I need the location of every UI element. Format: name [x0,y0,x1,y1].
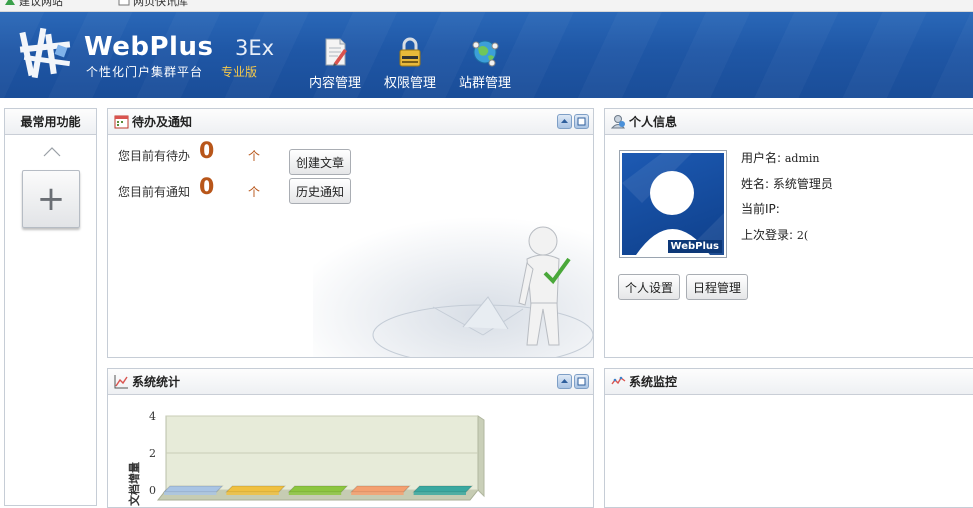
chart-bar-front [413,492,466,495]
field-label: 上次登录: [741,228,794,242]
maximize-button[interactable] [574,374,589,389]
chart-bar [349,485,411,493]
chart-bar [412,485,474,493]
field-label: 用户名: [741,151,782,165]
todo-row-notifications: 您目前有通知 0 个 [118,175,260,200]
favorites-panel-title: 最常用功能 [20,115,81,129]
todo-row-label: 您目前有待办 [118,149,191,163]
globe-network-icon [472,40,499,67]
profile-panel-header: 个人信息 [605,109,973,135]
field-value: 2( [796,229,809,242]
schedule-management-button[interactable]: 日程管理 [686,274,748,300]
document-increment-chart: 0 2 4 文档增量 [128,410,485,506]
todo-panel: 待办及通知 您目前有待办 0 个 创建文章 您目前有通知 0 个 历史通知 [107,108,594,358]
history-notifications-button[interactable]: 历史通知 [289,178,351,204]
brand-version: 3Ex [235,36,275,60]
nav-permission-management[interactable]: 权限管理 [380,36,440,91]
favorites-panel-header: 最常用功能 [5,109,96,135]
field-label: 当前IP: [741,202,780,216]
maximize-icon [577,377,586,386]
thinking-figure-illustration [313,217,593,357]
padlock-icon [399,37,421,67]
plus-icon: + [36,179,66,219]
nav-content-management[interactable]: 内容管理 [305,36,365,91]
document-pen-icon [325,38,347,66]
web-slice-icon [118,0,130,6]
favorites-item-label: 建议网站 [19,0,63,8]
todo-panel-window-controls [557,114,589,129]
collapse-button[interactable] [557,374,572,389]
create-article-button[interactable]: 创建文章 [289,149,351,175]
chart-bar [287,485,349,493]
collapse-icon [561,119,568,123]
collapse-button[interactable] [557,114,572,129]
todo-row-label: 您目前有通知 [118,185,191,199]
activity-monitor-icon [611,376,626,385]
chevron-up-icon[interactable] [42,146,62,158]
app-header: WebPlus 3Ex 个性化门户集群平台 专业版 内容管理 权限管理 站群管理 [0,12,973,98]
favorites-item-label: 网页快讯库 [133,0,188,8]
notification-count[interactable]: 0 [199,175,214,200]
calendar-icon [114,115,129,129]
todo-row-pending: 您目前有待办 0 个 [118,139,260,164]
todo-panel-header: 待办及通知 [108,109,593,135]
chart-side-wall [477,415,485,498]
stats-panel-header: 系统统计 [108,369,593,395]
profile-field-name: 姓名: 系统管理员 [741,175,833,192]
avatar-brand-label: WebPlus [667,240,722,253]
nav-permission-management-label: 权限管理 [383,76,436,91]
personal-settings-button[interactable]: 个人设置 [618,274,680,300]
maximize-button[interactable] [574,114,589,129]
brand-subtitle: 个性化门户集群平台 [86,65,204,79]
chart-bar [162,485,224,493]
nav-site-cluster-management-label: 站群管理 [458,76,511,91]
avatar-image: WebPlus [622,153,724,255]
notification-count-unit: 个 [248,185,261,199]
favorites-item-suggested-sites[interactable]: 建议网站 [4,0,63,8]
profile-field-username: 用户名: admin [741,149,820,166]
suggested-sites-icon [4,0,16,6]
chart-bar-front [226,492,279,495]
nav-site-cluster-management[interactable]: 站群管理 [455,36,515,91]
brand-name: WebPlus [84,32,214,62]
profile-panel-title: 个人信息 [629,115,678,129]
field-value: admin [784,152,820,165]
chart-y-tick-label: 4 [149,410,156,423]
field-label: 姓名: [741,177,770,191]
profile-field-current-ip: 当前IP: [741,200,780,217]
chart-bar-front [288,492,342,495]
nav-content-management-label: 内容管理 [308,76,361,91]
favorites-item-web-slice[interactable]: 网页快讯库 [118,0,188,8]
favorites-panel: 最常用功能 [4,108,97,506]
stats-panel: 系统统计 0 2 4 文档增量 [107,368,594,508]
browser-favorites-bar: 建议网站 网页快讯库 [0,0,973,12]
monitor-panel: 系统监控 [604,368,973,508]
profile-field-last-login: 上次登录: 2( [741,226,808,243]
todo-count-unit: 个 [248,149,261,163]
todo-count[interactable]: 0 [199,139,214,164]
add-shortcut-button[interactable]: + [22,170,80,228]
line-chart-icon [114,375,128,389]
todo-panel-title: 待办及通知 [132,115,193,129]
monitor-panel-header: 系统监控 [605,369,973,395]
chart-y-tick-label: 2 [149,447,156,460]
brand-edition: 专业版 [221,65,258,79]
stats-panel-window-controls [557,374,589,389]
stats-panel-title: 系统统计 [132,375,181,389]
maximize-icon [577,117,586,126]
monitor-panel-title: 系统监控 [629,375,678,389]
chart-bar-front [164,492,217,495]
user-icon [611,115,626,129]
webplus-logo-icon [19,27,71,79]
chart-bar [225,485,287,493]
avatar: WebPlus [619,150,727,258]
field-value: 系统管理员 [772,177,833,191]
chart-y-tick-label: 0 [149,484,156,497]
chart-bar-front [351,492,404,495]
chart-y-axis-label: 文档增量 [128,462,141,506]
collapse-icon [561,379,568,383]
